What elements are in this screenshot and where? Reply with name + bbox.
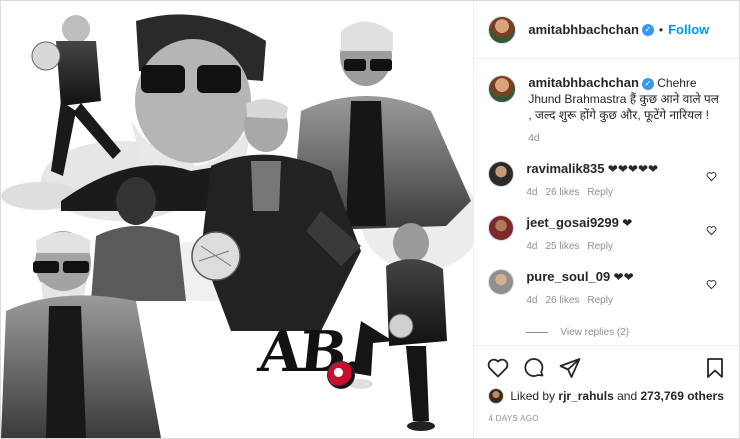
- liked-count[interactable]: 273,769 others: [640, 389, 723, 403]
- list-item: jeet_gosai9299 ❤ 4d 25 likes Reply: [474, 215, 739, 255]
- list-item: ravimalik835 ❤❤❤❤❤ 4d 26 likes Reply: [474, 161, 739, 201]
- comment-age[interactable]: 4d: [526, 241, 537, 252]
- comment-likes[interactable]: 25 likes: [545, 241, 579, 252]
- reply-button[interactable]: Reply: [587, 241, 613, 252]
- comment-text: ❤: [622, 216, 633, 230]
- avatar[interactable]: [488, 161, 515, 187]
- avatar[interactable]: [488, 75, 517, 103]
- post-timestamp[interactable]: 4 days ago: [474, 404, 739, 423]
- comment-username[interactable]: pure_soul_09: [526, 269, 610, 284]
- liked-by[interactable]: Liked by rjr_rahuls and 273,769 others: [474, 382, 739, 404]
- caption-username[interactable]: amitabhbachchan: [528, 75, 639, 90]
- list-item: pure_soul_09 ❤❤ 4d 26 likes Reply: [474, 269, 739, 309]
- liked-and: and: [617, 389, 638, 403]
- comment-likes[interactable]: 26 likes: [545, 187, 579, 198]
- verified-badge-icon: ✓: [641, 77, 654, 90]
- heart-icon[interactable]: [486, 356, 510, 380]
- liked-prefix: Liked by: [510, 389, 556, 403]
- bookmark-icon[interactable]: [703, 356, 727, 380]
- reply-button[interactable]: Reply: [587, 295, 613, 306]
- replies-divider: [526, 332, 549, 333]
- post-side-panel: amitabhbachchan ✓ • Follow amitabhbachch…: [474, 1, 739, 438]
- comment-username[interactable]: jeet_gosai9299: [526, 215, 619, 230]
- comment-likes[interactable]: 26 likes: [545, 295, 579, 306]
- avatar[interactable]: [488, 215, 515, 241]
- follow-button[interactable]: Follow: [668, 22, 709, 37]
- heart-icon[interactable]: [706, 171, 717, 182]
- reply-button[interactable]: Reply: [587, 187, 613, 198]
- avatar[interactable]: [488, 269, 515, 295]
- post-caption: amitabhbachchan ✓ Chehre Jhund Brahmastra…: [474, 61, 739, 147]
- post-header: amitabhbachchan ✓ • Follow: [474, 1, 739, 59]
- comment-text: ❤❤: [613, 270, 634, 284]
- verified-badge-icon: ✓: [641, 23, 654, 36]
- comment-icon[interactable]: [522, 356, 546, 380]
- view-replies-button[interactable]: View replies (2): [526, 327, 739, 338]
- photo-collage: [1, 14, 474, 438]
- heart-icon[interactable]: [706, 279, 717, 290]
- action-bar: [474, 346, 739, 382]
- share-icon[interactable]: [558, 356, 582, 380]
- comment-age[interactable]: 4d: [526, 187, 537, 198]
- avatar[interactable]: [488, 388, 505, 404]
- football-logo-icon: [327, 361, 355, 389]
- view-replies-label[interactable]: View replies (2): [560, 327, 629, 338]
- heart-icon[interactable]: [706, 225, 717, 236]
- instagram-post: AB. amitabhbachchan ✓ • Follow amitabhba…: [0, 0, 740, 439]
- post-footer: Liked by rjr_rahuls and 273,769 others 4…: [474, 345, 739, 438]
- comments-list[interactable]: amitabhbachchan ✓ Chehre Jhund Brahmastra…: [474, 61, 739, 346]
- header-username[interactable]: amitabhbachchan: [528, 22, 639, 37]
- comment-username[interactable]: ravimalik835: [526, 161, 604, 176]
- caption-age[interactable]: 4d: [528, 131, 725, 147]
- comment-age[interactable]: 4d: [526, 295, 537, 306]
- comment-text: ❤❤❤❤❤: [607, 162, 659, 176]
- avatar[interactable]: [488, 15, 517, 44]
- header-separator: •: [658, 22, 664, 37]
- post-image[interactable]: AB.: [1, 1, 475, 438]
- liked-user[interactable]: rjr_rahuls: [558, 389, 613, 403]
